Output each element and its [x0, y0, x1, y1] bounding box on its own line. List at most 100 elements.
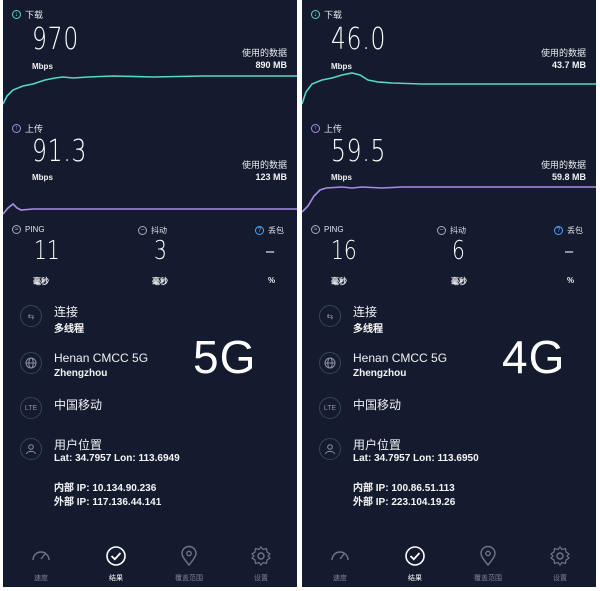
jitter-value: 3: [154, 236, 167, 266]
server-name[interactable]: Henan CMCC 5G: [353, 351, 447, 365]
check-circle-icon: [106, 546, 126, 566]
question-circle-icon: ?: [554, 226, 563, 235]
ping-unit: 毫秒: [33, 277, 49, 286]
upload-speed-value: 59.5: [331, 134, 387, 169]
user-coordinates: Lat: 34.7957 Lon: 113.6949: [54, 453, 180, 464]
external-ip: 外部 IP: 117.136.44.141: [54, 497, 162, 508]
packet-loss-unit: %: [268, 276, 276, 285]
lte-icon: LTE: [20, 397, 42, 419]
minus-circle-icon: −: [138, 226, 147, 235]
upload-speed-value: 91.3: [32, 134, 88, 169]
download-speed-value: 46.0: [331, 22, 387, 57]
network-type-badge: 5G: [193, 331, 257, 383]
jitter-label: − 抖动: [437, 225, 466, 236]
ping-icon: ≈: [311, 225, 320, 234]
connection-title: 连接: [353, 305, 378, 319]
connection-arrows-icon: ⇆: [20, 305, 42, 327]
user-location-title: 用户位置: [54, 438, 103, 452]
nav-speed-label: 速度: [34, 575, 48, 582]
download-speed-graph: [3, 75, 297, 105]
upload-unit: Mbps: [32, 173, 53, 182]
internal-ip: 内部 IP: 10.134.90.236: [54, 483, 157, 494]
connection-arrows-icon: ⇆: [319, 305, 341, 327]
download-arrow-icon: ↓: [311, 10, 320, 19]
jitter-label: − 抖动: [138, 225, 167, 236]
packet-loss-value: –: [265, 236, 276, 266]
jitter-value: 6: [452, 236, 465, 266]
packet-loss-label: ? 丢包: [255, 225, 284, 236]
packet-loss-value: –: [564, 236, 575, 266]
nav-settings-label: 设置: [254, 575, 268, 582]
user-location-title: 用户位置: [353, 438, 402, 452]
upload-unit: Mbps: [331, 173, 352, 182]
person-icon: [20, 438, 42, 460]
minus-circle-icon: −: [437, 226, 446, 235]
ping-unit: 毫秒: [331, 277, 347, 286]
result-panel-4g: ↓ 下载 46.0 Mbps 使用的数据 43.7 MB ↑ 上传 59.5 M…: [302, 0, 596, 587]
upload-arrow-icon: ↑: [311, 124, 320, 133]
nav-results[interactable]: 结果: [379, 545, 451, 583]
download-data-used-label: 使用的数据: [540, 48, 586, 58]
external-ip: 外部 IP: 223.104.19.26: [353, 497, 456, 508]
ping-value: 11: [34, 236, 60, 266]
internal-ip: 内部 IP: 100.86.51.113: [353, 483, 455, 494]
ping-icon: ≈: [12, 225, 21, 234]
nav-settings-label: 设置: [553, 575, 567, 582]
download-speed-value: 970: [32, 22, 80, 57]
server-name[interactable]: Henan CMCC 5G: [54, 351, 148, 365]
nav-coverage[interactable]: 覆盖范围: [452, 545, 524, 583]
upload-arrow-icon: ↑: [12, 124, 21, 133]
network-type-badge: 4G: [502, 331, 566, 383]
upload-speed-graph: [302, 186, 596, 213]
nav-results[interactable]: 结果: [80, 545, 152, 583]
server-city: Zhengzhou: [353, 368, 407, 379]
upload-speed-graph: [3, 202, 297, 215]
connection-mode: 多线程: [54, 324, 84, 335]
result-panel-5g: ↓ 下载 970 Mbps 使用的数据 890 MB ↑ 上传 91.3 Mbp…: [3, 0, 297, 587]
upload-data-used-label: 使用的数据: [540, 160, 586, 170]
packet-loss-label: ? 丢包: [554, 225, 583, 236]
download-data-used-label: 使用的数据: [241, 48, 287, 58]
check-circle-icon: [405, 546, 425, 566]
nav-speed[interactable]: 速度: [304, 545, 376, 583]
nav-speed-label: 速度: [333, 575, 347, 582]
packet-loss-unit: %: [567, 276, 575, 285]
connection-title: 连接: [54, 305, 79, 319]
ping-value: 16: [331, 236, 357, 266]
download-speed-graph: [302, 72, 596, 105]
jitter-unit: 毫秒: [152, 277, 168, 286]
download-label: ↓ 下载: [12, 8, 43, 21]
nav-settings[interactable]: 设置: [225, 545, 297, 583]
gear-icon: [550, 546, 570, 566]
ping-label: ≈ PING: [311, 225, 344, 234]
nav-results-label: 结果: [109, 575, 123, 582]
globe-icon: [20, 352, 42, 374]
user-coordinates: Lat: 34.7957 Lon: 113.6950: [353, 453, 479, 464]
nav-results-label: 结果: [408, 575, 422, 582]
nav-settings[interactable]: 设置: [524, 545, 596, 583]
speedometer-icon: [331, 551, 349, 561]
lte-icon: LTE: [319, 397, 341, 419]
person-icon: [319, 438, 341, 460]
upload-data-used-label: 使用的数据: [241, 160, 287, 170]
nav-coverage-label: 覆盖范围: [474, 575, 502, 582]
nav-coverage[interactable]: 覆盖范围: [153, 545, 225, 583]
carrier-name: 中国移动: [54, 398, 103, 412]
download-label: ↓ 下载: [311, 8, 342, 21]
connection-mode: 多线程: [353, 324, 383, 335]
speedometer-icon: [32, 551, 50, 561]
nav-coverage-label: 覆盖范围: [175, 575, 203, 582]
ping-label: ≈ PING: [12, 225, 45, 234]
gear-icon: [251, 546, 271, 566]
nav-speed[interactable]: 速度: [5, 545, 77, 583]
upload-data-used-value: 59.8 MB: [551, 172, 586, 182]
carrier-name: 中国移动: [353, 398, 402, 412]
map-pin-icon: [480, 545, 496, 567]
question-circle-icon: ?: [255, 226, 264, 235]
map-pin-icon: [181, 545, 197, 567]
server-city: Zhengzhou: [54, 368, 108, 379]
jitter-unit: 毫秒: [451, 277, 467, 286]
globe-icon: [319, 352, 341, 374]
download-arrow-icon: ↓: [12, 10, 21, 19]
upload-data-used-value: 123 MB: [255, 172, 287, 182]
